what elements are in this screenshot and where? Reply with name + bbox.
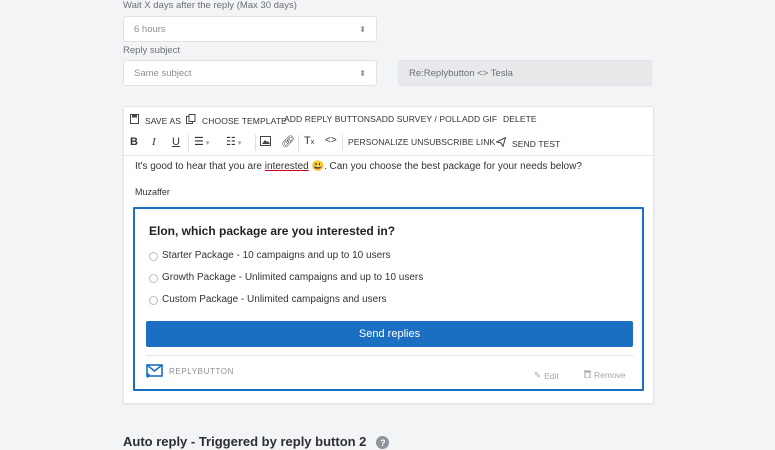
add-survey-label: ADD SURVEY / POLL [376,114,462,124]
subject-preview-text: Re:Replybutton <> Tesla [409,67,513,79]
unsubscribe-link-button[interactable]: UNSUBSCRIBE LINK [411,137,495,147]
toolbar-bottom-border [124,155,653,156]
subject-label: Reply subject [123,45,181,56]
toolbar-divider [188,135,189,151]
send-replies-button[interactable]: Send replies [146,321,633,347]
personalize-label: PERSONALIZE [348,137,409,147]
poll-option-radio[interactable] [149,252,158,261]
card-divider [146,355,633,356]
remove-button[interactable]: Remove [584,370,626,380]
choose-template-label: CHOOSE TEMPLATE [202,115,287,126]
message-text-before: It's good to hear that you are [135,161,265,172]
subject-select[interactable]: Same subject ⬍ [123,60,377,86]
italic-icon[interactable]: I [152,136,156,148]
trash-icon [584,370,591,380]
signature: Muzaffer [135,187,170,197]
code-icon[interactable]: <> [325,135,337,146]
smiley-emoji-icon: 😃 [311,161,324,172]
poll-option-radio[interactable] [149,274,158,283]
delete-button[interactable]: DELETE [503,114,537,124]
paper-plane-icon [495,136,507,150]
send-replies-label: Send replies [358,328,421,340]
copy-icon [186,114,196,127]
poll-card: Elon, which package are you interested i… [133,207,644,391]
toolbar-divider [255,135,256,151]
subject-preview-field: Re:Replybutton <> Tesla [398,60,652,86]
poll-option-2[interactable]: Growth Package - Unlimited campaigns and… [162,272,423,283]
link-icon[interactable]: 🔗︎ [281,135,295,148]
add-gif-label: ADD GIF [462,114,498,124]
delete-label: DELETE [503,114,537,124]
wait-label: Wait X days after the reply (Max 30 days… [123,0,297,11]
section-title: Auto reply - Triggered by reply button 2 [123,434,367,449]
wait-select[interactable]: 6 hours ⬍ [123,16,377,42]
message-line[interactable]: It's good to hear that you are intereste… [135,161,582,172]
poll-option-1[interactable]: Starter Package - 10 campaigns and up to… [162,250,390,261]
poll-option-radio[interactable] [149,296,158,305]
save-as-button[interactable]: SAVE AS [130,114,181,127]
replybutton-logo-icon [146,364,163,384]
add-survey-button[interactable]: ADD SURVEY / POLL [376,114,461,124]
add-gif-button[interactable]: ADD GIF [462,114,497,124]
subject-select-value: Same subject [134,67,192,79]
clear-format-icon[interactable]: Tx [304,135,314,147]
remove-label: Remove [594,370,626,380]
send-test-button[interactable]: SEND TEST [495,136,561,150]
underline-icon[interactable]: U [172,136,180,148]
toolbar-divider [342,135,343,151]
section-heading: Auto reply - Triggered by reply button 2… [123,434,390,450]
image-icon[interactable] [260,136,271,149]
add-reply-buttons-button[interactable]: ADD REPLY BUTTONS [284,114,376,124]
email-editor: SAVE AS CHOOSE TEMPLATE ADD REPLY BUTTON… [123,106,654,404]
poll-question: Elon, which package are you interested i… [149,224,396,238]
unsubscribe-link-label: UNSUBSCRIBE LINK [411,137,496,147]
bold-icon[interactable]: B [130,136,138,148]
send-test-label: SEND TEST [512,138,561,149]
replybutton-brand: REPLYBUTTON [169,367,234,376]
wait-select-value: 6 hours [134,23,166,35]
pencil-icon: ✎ [534,370,542,380]
choose-template-button[interactable]: CHOOSE TEMPLATE [186,114,287,127]
bullet-list-icon[interactable]: ☰ ▾ [194,135,209,148]
message-underlined-word: interested [264,161,309,172]
toolbar-divider [298,135,299,151]
save-as-label: SAVE AS [145,115,181,126]
help-icon[interactable]: ? [376,436,390,450]
numbered-list-icon[interactable]: ☷ ▾ [226,135,241,148]
poll-option-3[interactable]: Custom Package - Unlimited campaigns and… [162,294,387,305]
personalize-button[interactable]: PERSONALIZE [348,137,409,147]
message-text-after: . Can you choose the best package for yo… [323,161,582,172]
edit-label: Edit [544,370,559,381]
chevron-updown-icon: ⬍ [359,68,366,78]
edit-button[interactable]: ✎ Edit [534,370,559,381]
add-reply-buttons-label: ADD REPLY BUTTONS [284,114,376,124]
chevron-updown-icon: ⬍ [359,24,366,34]
save-icon [130,114,139,127]
